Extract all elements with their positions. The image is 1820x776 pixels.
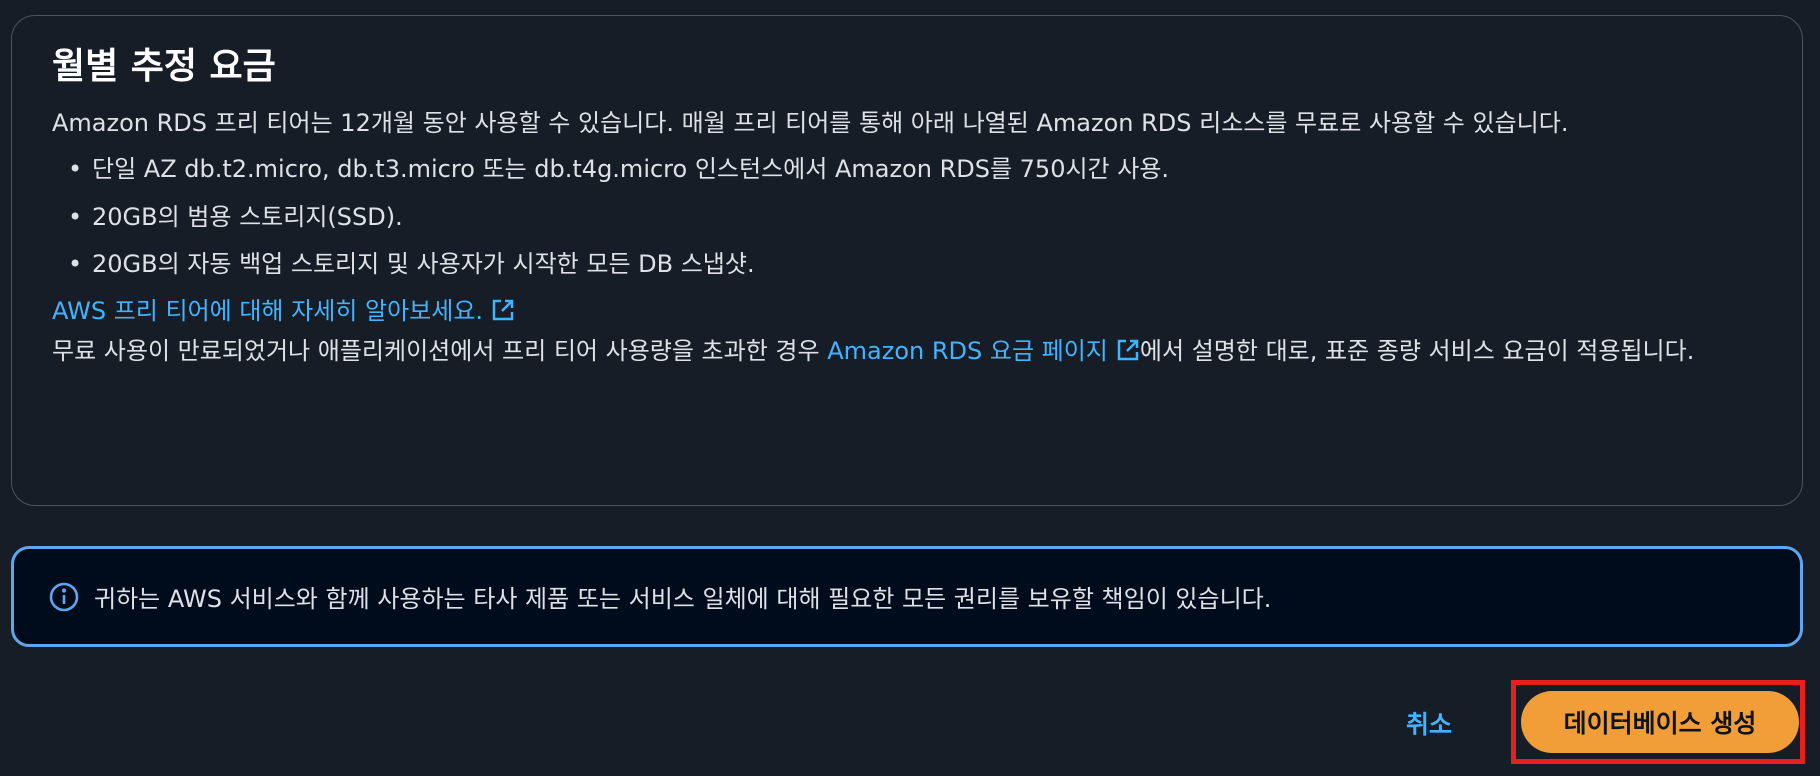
learn-more-link-label: AWS 프리 티어에 대해 자세히 알아보세요. — [52, 297, 484, 326]
free-tier-list: 단일 AZ db.t2.micro, db.t3.micro 또는 db.t4g… — [68, 153, 1762, 281]
info-alert: 귀하는 AWS 서비스와 함께 사용하는 타사 제품 또는 서비스 일체에 대해… — [11, 546, 1803, 647]
external-link-icon — [492, 300, 514, 321]
pricing-note-end: 에서 설명한 대로, 표준 종량 서비스 요금이 적용됩니다. — [1139, 336, 1695, 365]
info-icon — [49, 582, 79, 611]
create-database-button[interactable]: 데이터베이스 생성 — [1521, 691, 1799, 753]
pricing-note: 무료 사용이 만료되었거나 애플리케이션에서 프리 티어 사용량을 초과한 경우… — [52, 332, 1772, 370]
monthly-cost-panel: 월별 추정 요금 Amazon RDS 프리 티어는 12개월 동안 사용할 수… — [11, 15, 1803, 506]
learn-more-row: AWS 프리 티어에 대해 자세히 알아보세요. — [52, 295, 1762, 327]
list-item: 20GB의 범용 스토리지(SSD). — [68, 201, 1762, 234]
external-link-icon — [1117, 339, 1139, 360]
panel-title: 월별 추정 요금 — [52, 46, 276, 87]
cancel-button[interactable]: 취소 — [1384, 698, 1474, 748]
alert-text: 귀하는 AWS 서비스와 함께 사용하는 타사 제품 또는 서비스 일체에 대해… — [94, 585, 1272, 613]
list-item: 20GB의 자동 백업 스토리지 및 사용자가 시작한 모든 DB 스냅샷. — [68, 248, 1762, 281]
pricing-note-start: 무료 사용이 만료되었거나 애플리케이션에서 프리 티어 사용량을 초과한 경우 — [52, 336, 828, 365]
list-item: 단일 AZ db.t2.micro, db.t3.micro 또는 db.t4g… — [68, 153, 1762, 186]
free-tier-intro: Amazon RDS 프리 티어는 12개월 동안 사용할 수 있습니다. 매월… — [52, 108, 1569, 137]
rds-pricing-link[interactable]: Amazon RDS 요금 페이지 — [827, 337, 1140, 365]
rds-pricing-link-label: Amazon RDS 요금 페이지 — [827, 336, 1108, 365]
learn-more-link[interactable]: AWS 프리 티어에 대해 자세히 알아보세요. — [52, 297, 515, 325]
